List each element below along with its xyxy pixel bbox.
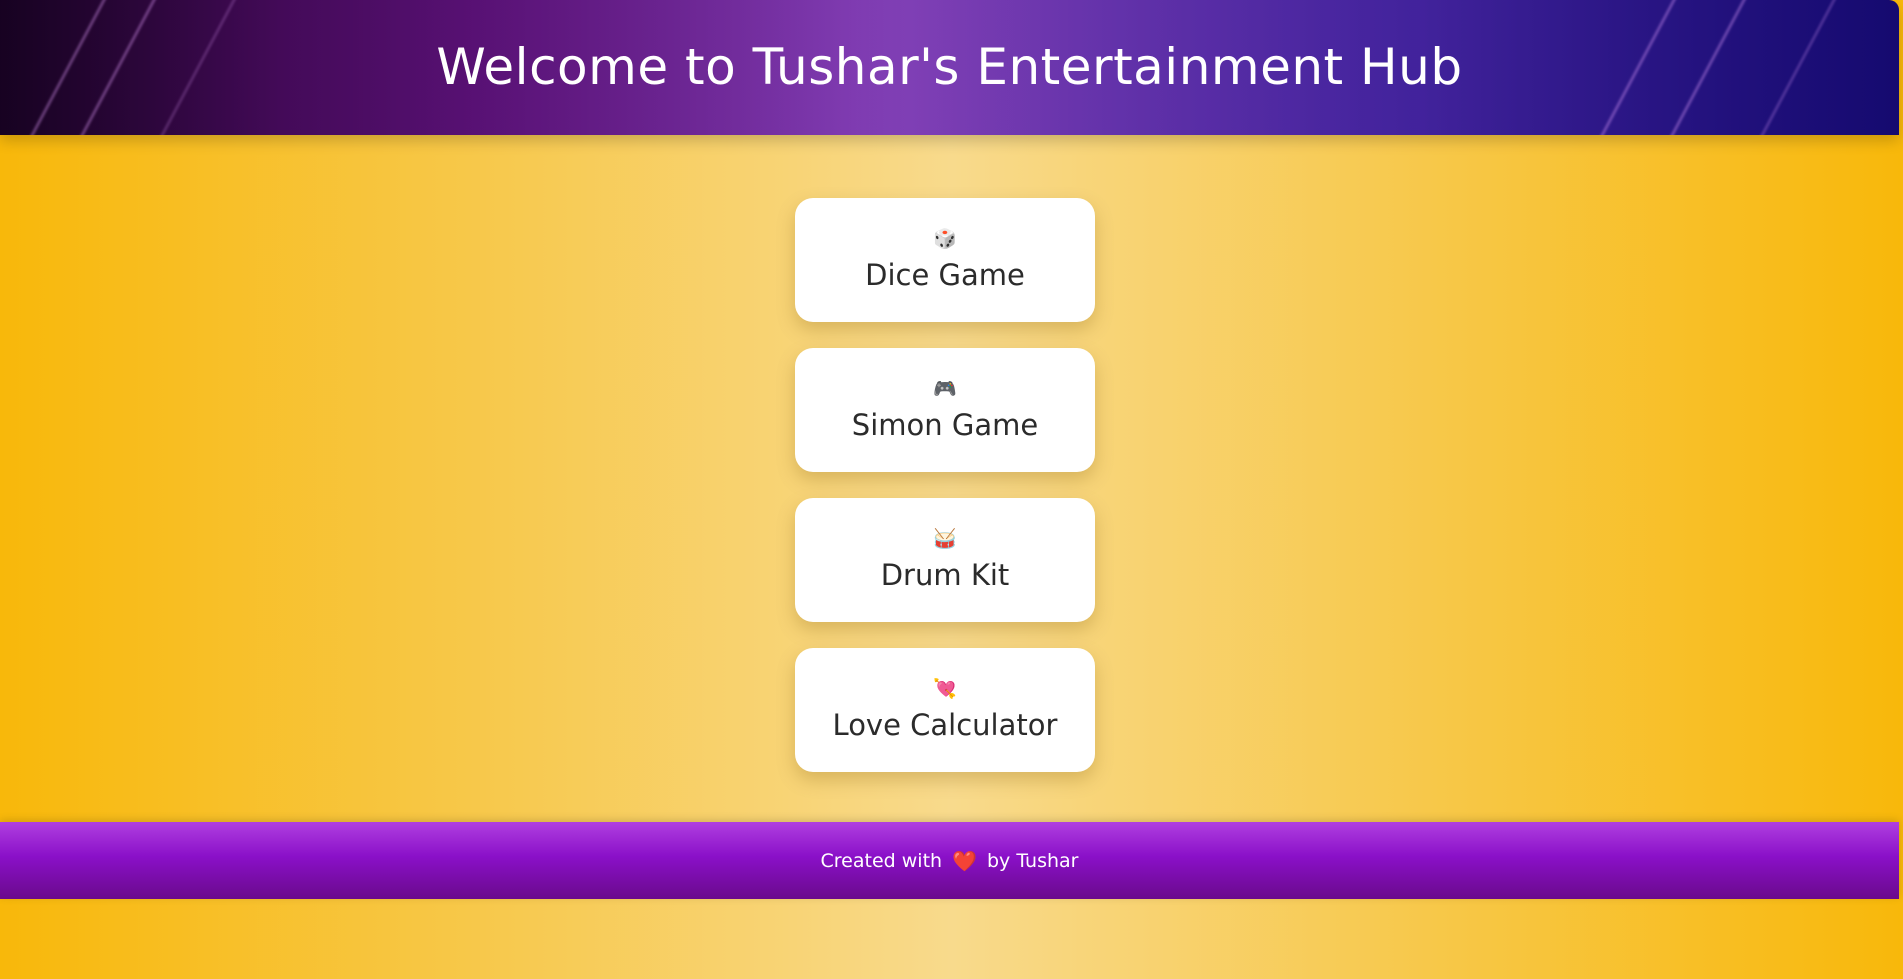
card-label: Dice Game <box>865 258 1025 292</box>
simon-game-card[interactable]: 🎮 Simon Game <box>795 348 1095 472</box>
heart-arrow-icon: 💘 <box>933 678 957 700</box>
card-label: Simon Game <box>851 408 1039 442</box>
heart-icon: ❤️ <box>952 848 977 873</box>
card-label: Drum Kit <box>880 558 1010 592</box>
drum-icon: 🥁 <box>933 528 957 550</box>
drum-kit-card[interactable]: 🥁 Drum Kit <box>795 498 1095 622</box>
game-card-list: 🎲 Dice Game 🎮 Simon Game 🥁 Drum Kit 💘 Lo… <box>795 198 1095 798</box>
card-label: Love Calculator <box>832 708 1058 742</box>
footer: Created with ❤️ by Tushar <box>0 822 1899 899</box>
page-title: Welcome to Tushar's Entertainment Hub <box>436 38 1463 96</box>
footer-prefix: Created with <box>820 849 943 872</box>
gamepad-icon: 🎮 <box>933 378 957 400</box>
love-calculator-card[interactable]: 💘 Love Calculator <box>795 648 1095 772</box>
footer-suffix: by Tushar <box>986 849 1079 872</box>
dice-game-card[interactable]: 🎲 Dice Game <box>795 198 1095 322</box>
dice-icon: 🎲 <box>933 228 957 250</box>
header-banner: Welcome to Tushar's Entertainment Hub <box>0 0 1899 135</box>
